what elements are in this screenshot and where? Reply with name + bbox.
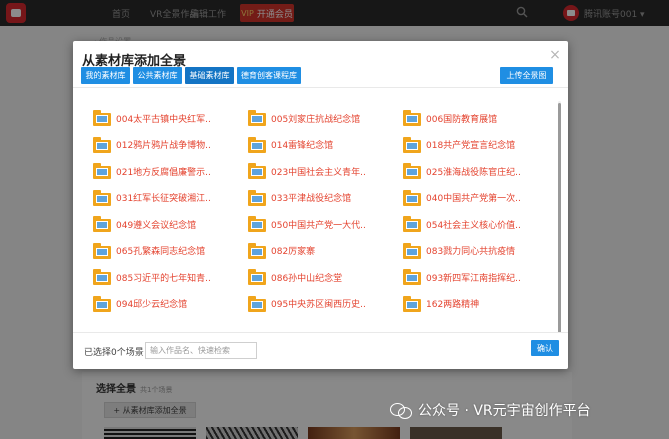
tab-moral-course-library[interactable]: 德育创客课程库 bbox=[237, 67, 301, 84]
folder-icon bbox=[93, 295, 111, 312]
material-item[interactable]: 004太平古镇中央红军.. bbox=[93, 105, 248, 132]
material-item[interactable]: 014雷锋纪念馆 bbox=[248, 132, 403, 159]
folder-icon bbox=[248, 163, 266, 180]
folder-icon bbox=[93, 242, 111, 259]
folder-icon bbox=[93, 269, 111, 286]
material-item-label: 012鸦片鸦片战争博物.. bbox=[116, 141, 211, 152]
material-item[interactable]: 162两路精神 bbox=[403, 291, 553, 318]
material-item-label: 018共产党宣言纪念馆 bbox=[426, 141, 516, 152]
material-item[interactable]: 082厉家寨 bbox=[248, 238, 403, 265]
material-item-label: 095中央苏区闽西历史.. bbox=[271, 300, 366, 311]
material-item-label: 094邱少云纪念馆 bbox=[116, 300, 188, 311]
folder-icon bbox=[403, 189, 421, 206]
folder-icon bbox=[93, 110, 111, 127]
material-item-label: 023中国社会主义青年.. bbox=[271, 167, 366, 178]
material-item-label: 025淮海战役陈官庄纪.. bbox=[426, 167, 521, 178]
folder-icon bbox=[403, 216, 421, 233]
confirm-button[interactable]: 确认 bbox=[531, 340, 559, 356]
folder-icon bbox=[403, 163, 421, 180]
scrollbar-track[interactable] bbox=[558, 101, 561, 333]
material-item-label: 083戮力同心共抗疫情 bbox=[426, 247, 516, 258]
material-item[interactable]: 031红军长征突破湘江.. bbox=[93, 185, 248, 212]
material-item[interactable]: 021地方反腐倡廉警示.. bbox=[93, 158, 248, 185]
folder-icon bbox=[248, 216, 266, 233]
upload-panorama-button[interactable]: 上传全景图 bbox=[500, 67, 553, 84]
folder-icon bbox=[248, 136, 266, 153]
material-item-label: 005刘家庄抗战纪念馆 bbox=[271, 114, 361, 125]
material-item-label: 049遵义会议纪念馆 bbox=[116, 220, 197, 231]
material-item[interactable]: 086孙中山纪念堂 bbox=[248, 264, 403, 291]
material-item-label: 093新四军江南指挥纪.. bbox=[426, 273, 521, 284]
material-item[interactable]: 085习近平的七年知青.. bbox=[93, 264, 248, 291]
material-item-label: 082厉家寨 bbox=[271, 247, 316, 258]
watermark: 公众号 · VR元宇宙创作平台 bbox=[390, 400, 591, 420]
material-item[interactable]: 012鸦片鸦片战争博物.. bbox=[93, 132, 248, 159]
footer-divider bbox=[73, 332, 568, 333]
tab-public-library[interactable]: 公共素材库 bbox=[133, 67, 182, 84]
folder-icon bbox=[248, 242, 266, 259]
material-item[interactable]: 054社会主义核心价值.. bbox=[403, 211, 553, 238]
tab-my-library[interactable]: 我的素材库 bbox=[81, 67, 130, 84]
folder-icon bbox=[248, 269, 266, 286]
header-divider bbox=[73, 87, 568, 88]
material-item-label: 014雷锋纪念馆 bbox=[271, 141, 334, 152]
close-icon[interactable]: × bbox=[548, 48, 562, 62]
selected-count: 已选择0个场景 bbox=[84, 348, 144, 358]
material-item-label: 065孔繁森同志纪念馆 bbox=[116, 247, 206, 258]
material-item-label: 033平津战役纪念馆 bbox=[271, 194, 352, 205]
material-item[interactable]: 040中国共产党第一次.. bbox=[403, 185, 553, 212]
folder-icon bbox=[403, 242, 421, 259]
material-item-label: 085习近平的七年知青.. bbox=[116, 273, 211, 284]
material-item-label: 054社会主义核心价值.. bbox=[426, 220, 521, 231]
add-panorama-modal: 从素材库添加全景 × 我的素材库 公共素材库 基础素材库 德育创客课程库 上传全… bbox=[73, 41, 568, 369]
material-item[interactable]: 006国防教育展馆 bbox=[403, 105, 553, 132]
material-item-label: 050中国共产党一大代.. bbox=[271, 220, 366, 231]
material-item-label: 162两路精神 bbox=[426, 300, 480, 311]
watermark-text: 公众号 · VR元宇宙创作平台 bbox=[418, 403, 591, 419]
material-item[interactable]: 083戮力同心共抗疫情 bbox=[403, 238, 553, 265]
material-item-label: 004太平古镇中央红军.. bbox=[116, 114, 211, 125]
folder-icon bbox=[93, 189, 111, 206]
material-item-label: 031红军长征突破湘江.. bbox=[116, 194, 211, 205]
material-item[interactable]: 023中国社会主义青年.. bbox=[248, 158, 403, 185]
material-item[interactable]: 094邱少云纪念馆 bbox=[93, 291, 248, 318]
material-item[interactable]: 049遵义会议纪念馆 bbox=[93, 211, 248, 238]
material-item-label: 021地方反腐倡廉警示.. bbox=[116, 167, 211, 178]
material-item[interactable]: 050中国共产党一大代.. bbox=[248, 211, 403, 238]
folder-icon bbox=[93, 216, 111, 233]
material-item[interactable]: 025淮海战役陈官庄纪.. bbox=[403, 158, 553, 185]
folder-icon bbox=[403, 269, 421, 286]
folder-icon bbox=[93, 163, 111, 180]
folder-icon bbox=[248, 110, 266, 127]
folder-icon bbox=[93, 136, 111, 153]
material-item[interactable]: 093新四军江南指挥纪.. bbox=[403, 264, 553, 291]
material-item[interactable]: 095中央苏区闽西历史.. bbox=[248, 291, 403, 318]
folder-icon bbox=[248, 295, 266, 312]
material-item-label: 086孙中山纪念堂 bbox=[271, 273, 343, 284]
folder-icon bbox=[403, 295, 421, 312]
folder-icon bbox=[403, 110, 421, 127]
material-item[interactable]: 005刘家庄抗战纪念馆 bbox=[248, 105, 403, 132]
folder-icon bbox=[248, 189, 266, 206]
material-grid: 004太平古镇中央红军.. 005刘家庄抗战纪念馆 006国防教育展馆 012鸦片鸦片… bbox=[93, 105, 553, 325]
scrollbar-thumb[interactable] bbox=[558, 103, 561, 333]
material-item[interactable]: 065孔繁森同志纪念馆 bbox=[93, 238, 248, 265]
folder-icon bbox=[403, 136, 421, 153]
search-input[interactable] bbox=[145, 342, 257, 359]
tab-basic-library[interactable]: 基础素材库 bbox=[185, 67, 234, 84]
wechat-icon bbox=[390, 401, 412, 419]
material-item[interactable]: 018共产党宣言纪念馆 bbox=[403, 132, 553, 159]
material-item-label: 040中国共产党第一次.. bbox=[426, 194, 521, 205]
material-item[interactable]: 033平津战役纪念馆 bbox=[248, 185, 403, 212]
material-item-label: 006国防教育展馆 bbox=[426, 114, 498, 125]
